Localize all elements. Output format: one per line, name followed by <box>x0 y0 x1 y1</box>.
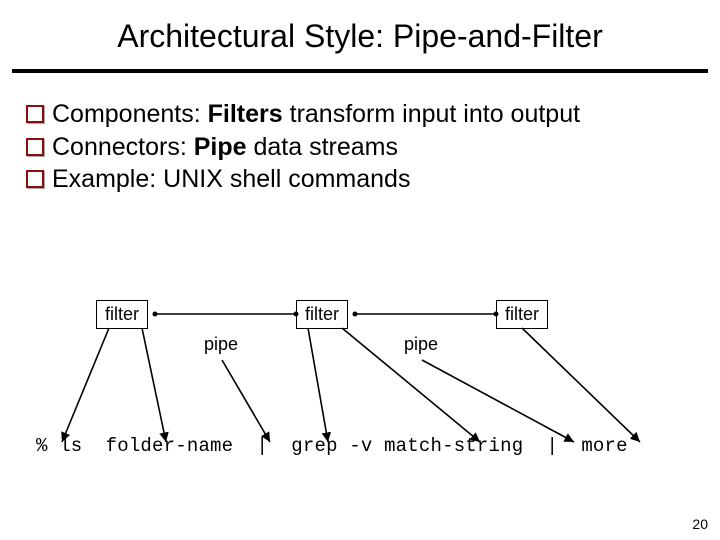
cmd-ls: % ls <box>36 435 106 457</box>
bullet-list: Components: Filters transform input into… <box>26 99 700 195</box>
bullet-text: Connectors: Pipe data streams <box>52 132 398 163</box>
filter-box-3: filter <box>496 300 548 329</box>
diagram-arrows <box>0 0 720 540</box>
bullet-text: Example: UNIX shell commands <box>52 164 410 195</box>
cmd-more: more <box>581 435 627 457</box>
bullet-bold: Pipe <box>194 133 247 161</box>
cmd-pipe-1: | <box>233 435 291 457</box>
square-bullet-icon <box>26 170 44 188</box>
bullet-rest: transform input into output <box>283 100 580 128</box>
list-item: Example: UNIX shell commands <box>26 164 700 195</box>
slide: Architectural Style: Pipe-and-Filter Com… <box>0 0 720 540</box>
command-line-example: % ls folder-name | grep -v match-string … <box>36 435 628 457</box>
bullet-prefix: Components: <box>52 100 208 128</box>
bullet-text: Components: Filters transform input into… <box>52 99 580 130</box>
pipe-label-1: pipe <box>204 334 238 355</box>
list-item: Connectors: Pipe data streams <box>26 132 700 163</box>
bullet-bold: Filters <box>208 100 283 128</box>
page-title: Architectural Style: Pipe-and-Filter <box>0 0 720 69</box>
cmd-pipe-2: | <box>523 435 581 457</box>
bullet-prefix: Connectors: <box>52 133 194 161</box>
pipe-filter-diagram: filter filter filter pipe pipe <box>0 290 720 450</box>
page-number: 20 <box>692 516 708 532</box>
square-bullet-icon <box>26 138 44 156</box>
pipe-label-2: pipe <box>404 334 438 355</box>
bullet-rest: data streams <box>247 133 398 161</box>
list-item: Components: Filters transform input into… <box>26 99 700 130</box>
title-divider <box>12 69 708 73</box>
filter-box-2: filter <box>296 300 348 329</box>
cmd-folder: folder-name <box>106 435 234 457</box>
filter-box-1: filter <box>96 300 148 329</box>
bullet-prefix: Example: UNIX shell commands <box>52 165 410 193</box>
square-bullet-icon <box>26 105 44 123</box>
cmd-grep: grep -v match-string <box>291 435 523 457</box>
